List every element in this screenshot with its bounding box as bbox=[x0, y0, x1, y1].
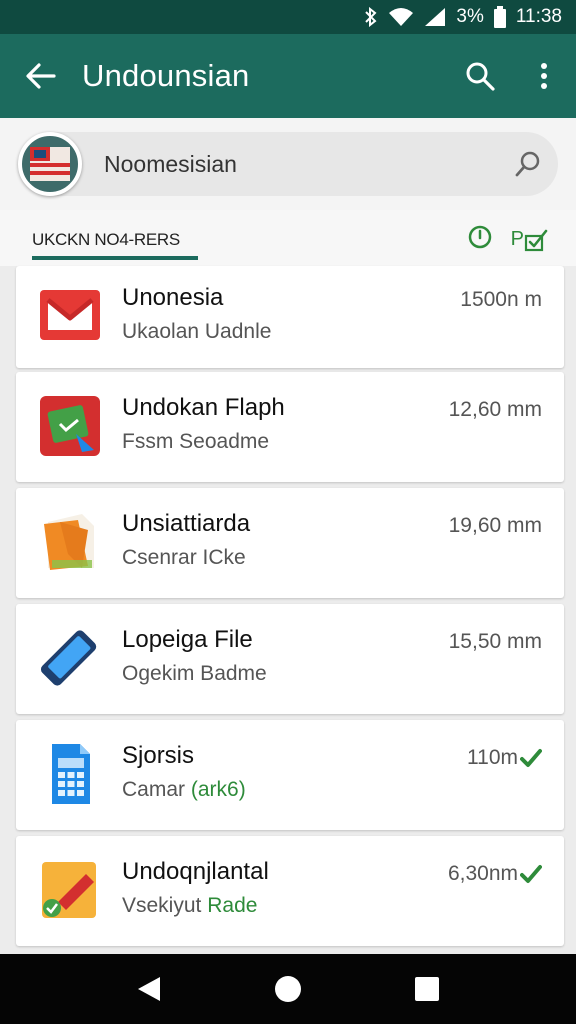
item-subtitle: Vsekiyut Rade bbox=[122, 894, 258, 917]
share-check-button[interactable]: P bbox=[511, 228, 548, 252]
document-edit-icon bbox=[42, 862, 96, 918]
share-label: P bbox=[510, 228, 524, 250]
nav-recents-icon bbox=[414, 977, 439, 1001]
nav-back-icon bbox=[138, 977, 161, 1001]
nav-home-button[interactable] bbox=[258, 959, 318, 1019]
tab-actions: P bbox=[467, 224, 548, 255]
clock: 11:38 bbox=[515, 6, 562, 27]
share-check-icon bbox=[524, 229, 548, 251]
item-subtitle: Fssm Seoadme bbox=[122, 430, 270, 453]
tab-label[interactable]: UKCKN NO4-RERS bbox=[32, 230, 180, 250]
list-item[interactable]: Lopeiga File Ogekim Badme 15,50 mm bbox=[16, 604, 564, 714]
item-name: Undoqnjlantal bbox=[122, 858, 269, 885]
battery-percent: 3% bbox=[456, 6, 484, 27]
signal-icon bbox=[424, 7, 446, 27]
more-vert-icon bbox=[541, 63, 547, 89]
search-field-icon[interactable] bbox=[498, 150, 558, 178]
item-size: 12,60 mm bbox=[448, 398, 542, 421]
more-options-button[interactable] bbox=[512, 34, 576, 118]
tabs-row: UKCKN NO4-RERS P bbox=[0, 210, 576, 266]
app-bar: Undounsian bbox=[0, 34, 576, 118]
list-item[interactable]: Undokan Flaph Fssm Seoadme 12,60 mm bbox=[16, 372, 564, 482]
status-bar: 3% 11:38 bbox=[0, 0, 576, 34]
folder-icon bbox=[44, 514, 94, 570]
item-subtitle: Ukaolan Uadnle bbox=[122, 320, 272, 343]
back-button[interactable] bbox=[0, 34, 82, 118]
item-size: 110m bbox=[467, 746, 542, 770]
nav-back-button[interactable] bbox=[119, 959, 179, 1019]
check-icon bbox=[520, 749, 542, 767]
list-item[interactable]: Undoqnjlantal Vsekiyut Rade 6,30nm bbox=[16, 836, 564, 946]
system-nav-bar bbox=[0, 954, 576, 1024]
flag-icon[interactable] bbox=[18, 132, 82, 196]
item-name: Sjorsis bbox=[122, 742, 195, 769]
tab-indicator bbox=[32, 256, 198, 260]
wifi-icon bbox=[388, 7, 414, 27]
flash-app-icon bbox=[40, 396, 100, 456]
item-name: Undokan Flaph bbox=[122, 394, 285, 421]
gmail-icon bbox=[40, 290, 100, 340]
list-item[interactable]: Unsiattiarda Csenrar ICke 19,60 mm bbox=[16, 488, 564, 598]
search-button[interactable] bbox=[448, 34, 512, 118]
calculator-icon bbox=[52, 744, 90, 804]
nav-recents-button[interactable] bbox=[397, 959, 457, 1019]
back-arrow-icon bbox=[26, 63, 56, 89]
item-size: 1500n m bbox=[460, 288, 542, 311]
nav-home-icon bbox=[274, 976, 301, 1002]
item-name: Unonesia bbox=[122, 284, 224, 311]
check-icon bbox=[520, 865, 542, 883]
list-item[interactable]: Sjorsis Camar (ark6) 110m bbox=[16, 720, 564, 830]
item-size: 15,50 mm bbox=[448, 630, 542, 653]
list-item[interactable]: Unonesia Ukaolan Uadnle 1500n m bbox=[16, 266, 564, 368]
search-input[interactable]: Noomesisian bbox=[104, 151, 498, 178]
app-title: Undounsian bbox=[82, 58, 250, 93]
timer-icon[interactable] bbox=[467, 224, 493, 255]
search-field[interactable]: Noomesisian bbox=[18, 132, 558, 196]
item-subtitle: Camar (ark6) bbox=[122, 778, 246, 801]
item-subtitle: Csenrar ICke bbox=[122, 546, 246, 569]
item-name: Lopeiga File bbox=[122, 626, 253, 653]
phone-icon bbox=[40, 630, 97, 686]
search-icon bbox=[466, 62, 495, 91]
item-subtitle: Ogekim Badme bbox=[122, 662, 267, 685]
item-size: 6,30nm bbox=[448, 862, 542, 886]
search-area: Noomesisian bbox=[0, 118, 576, 210]
battery-icon bbox=[493, 6, 506, 28]
item-size: 19,60 mm bbox=[448, 514, 542, 537]
bluetooth-icon bbox=[364, 7, 378, 27]
item-name: Unsiattiarda bbox=[122, 510, 251, 537]
